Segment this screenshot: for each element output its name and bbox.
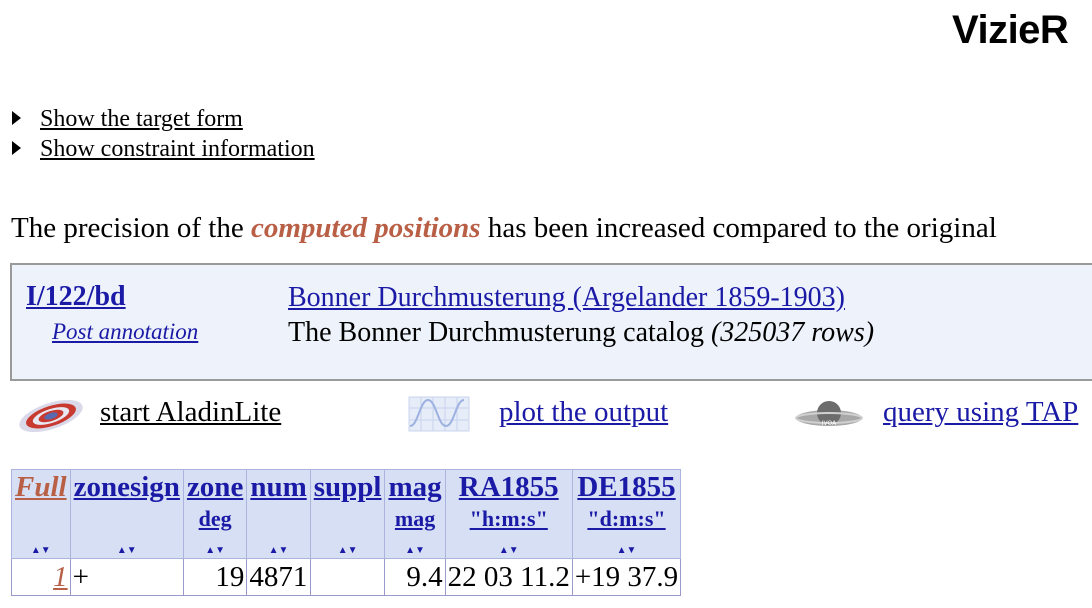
col-zone[interactable]: zone deg ▲▼ xyxy=(182,469,248,559)
table-header-row: Full ▲▼ zonesign ▲▼ zone deg ▲▼ num ▲▼ suppl ▲… xyxy=(11,469,682,559)
col-num-name[interactable]: num xyxy=(250,470,306,504)
cell-ra1855: 22 03 11.2 xyxy=(444,558,573,596)
sort-arrows-icon[interactable]: ▲▼ xyxy=(184,545,246,556)
sort-arrows-icon[interactable]: ▲▼ xyxy=(71,545,183,556)
show-constraint-info-link[interactable]: Show constraint information xyxy=(40,136,315,162)
precision-notice: The precision of the computed positions … xyxy=(11,212,997,245)
vizier-logo: VizieR xyxy=(952,8,1069,52)
catalog-row-count: (325037 rows) xyxy=(710,317,875,348)
catalog-info-box: I/122/bd Post annotation Bonner Durchmus… xyxy=(10,263,1092,381)
triangle-right-icon xyxy=(12,111,21,126)
show-target-form-link[interactable]: Show the target form xyxy=(40,106,243,132)
catalog-id-link[interactable]: I/122/bd xyxy=(26,281,126,313)
aladin-tool: start AladinLite xyxy=(100,396,281,429)
cell-full[interactable]: 1 xyxy=(11,558,71,596)
sort-arrows-icon[interactable]: ▲▼ xyxy=(446,545,572,556)
cell-zonesign: + xyxy=(69,558,184,596)
table-row: 1 + 19 4871 9.4 22 03 11.2 +19 37.9 xyxy=(11,558,682,596)
col-ra1855-unit[interactable]: "h:m:s" xyxy=(449,504,569,534)
sort-arrows-icon[interactable]: ▲▼ xyxy=(385,545,444,556)
col-suppl[interactable]: suppl ▲▼ xyxy=(309,469,386,559)
triangle-right-icon xyxy=(12,141,21,156)
catalog-description-text: The Bonner Durchmusterung catalog xyxy=(288,317,704,348)
sort-arrows-icon[interactable]: ▲▼ xyxy=(12,545,70,556)
tap-tool: query using TAP xyxy=(883,396,1078,429)
cell-num: 4871 xyxy=(246,558,311,596)
sort-arrows-icon[interactable]: ▲▼ xyxy=(311,545,385,556)
cell-zone: 19 xyxy=(182,558,248,596)
svg-text:IVOA: IVOA xyxy=(822,420,837,427)
post-annotation-link[interactable]: Post annotation xyxy=(52,319,198,345)
col-full-name[interactable]: Full xyxy=(15,470,67,504)
start-aladinlite-link[interactable]: start AladinLite xyxy=(100,396,281,428)
col-mag-name[interactable]: mag xyxy=(388,470,441,504)
col-suppl-name[interactable]: suppl xyxy=(314,470,382,504)
plot-output-link[interactable]: plot the output xyxy=(499,396,668,428)
col-ra1855[interactable]: RA1855 "h:m:s" ▲▼ xyxy=(444,469,573,559)
aladin-icon[interactable] xyxy=(16,398,86,439)
col-full[interactable]: Full ▲▼ xyxy=(11,469,71,559)
catalog-description: The Bonner Durchmusterung catalog (32503… xyxy=(288,317,874,349)
cell-mag: 9.4 xyxy=(384,558,446,596)
cell-de1855: +19 37.9 xyxy=(571,558,682,596)
show-target-form-toggle[interactable]: Show the target form xyxy=(12,106,243,133)
plot-icon[interactable] xyxy=(408,396,470,437)
show-constraint-info-toggle[interactable]: Show constraint information xyxy=(12,136,315,163)
sort-arrows-icon[interactable]: ▲▼ xyxy=(247,545,309,556)
precision-text-after: has been increased compared to the origi… xyxy=(480,212,997,244)
cell-suppl xyxy=(309,558,386,596)
col-zonesign-name[interactable]: zonesign xyxy=(74,470,180,504)
col-num[interactable]: num ▲▼ xyxy=(246,469,311,559)
results-table: Full ▲▼ zonesign ▲▼ zone deg ▲▼ num ▲▼ suppl ▲… xyxy=(11,469,682,596)
col-de1855-unit[interactable]: "d:m:s" xyxy=(576,504,677,534)
query-tap-link[interactable]: query using TAP xyxy=(883,396,1078,428)
col-ra1855-name[interactable]: RA1855 xyxy=(449,470,569,504)
tap-planet-icon[interactable]: IVOA xyxy=(794,398,864,439)
col-mag[interactable]: mag mag ▲▼ xyxy=(384,469,446,559)
col-zonesign[interactable]: zonesign ▲▼ xyxy=(69,469,184,559)
col-zone-name[interactable]: zone xyxy=(187,470,243,504)
col-zone-unit[interactable]: deg xyxy=(187,504,243,534)
col-de1855-name[interactable]: DE1855 xyxy=(576,470,677,504)
plot-tool: plot the output xyxy=(499,396,668,429)
row-full-link[interactable]: 1 xyxy=(53,561,68,593)
sort-arrows-icon[interactable]: ▲▼ xyxy=(573,545,680,556)
precision-text-before: The precision of the xyxy=(11,212,251,244)
computed-positions-highlight: computed positions xyxy=(250,212,481,244)
col-de1855[interactable]: DE1855 "d:m:s" ▲▼ xyxy=(571,469,682,559)
catalog-title-link[interactable]: Bonner Durchmusterung (Argelander 1859-1… xyxy=(288,282,845,314)
col-mag-unit[interactable]: mag xyxy=(388,504,441,534)
